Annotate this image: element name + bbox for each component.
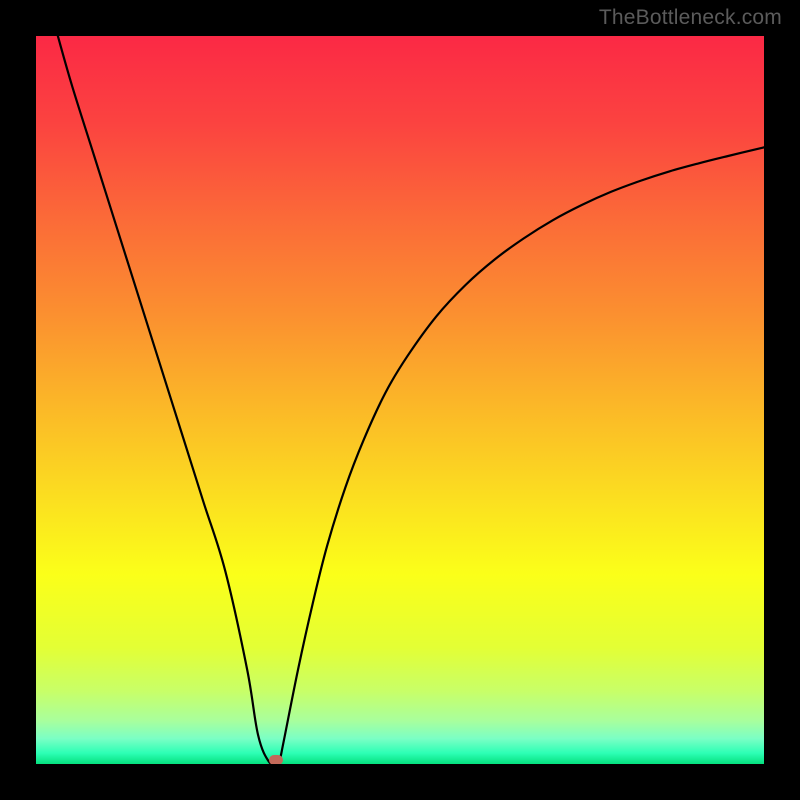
outer-frame: TheBottleneck.com	[0, 0, 800, 800]
attribution-label: TheBottleneck.com	[599, 6, 782, 30]
bottleneck-curve	[58, 36, 764, 764]
bottleneck-marker	[269, 755, 283, 764]
curve-layer	[36, 36, 764, 764]
plot-area	[36, 36, 764, 764]
